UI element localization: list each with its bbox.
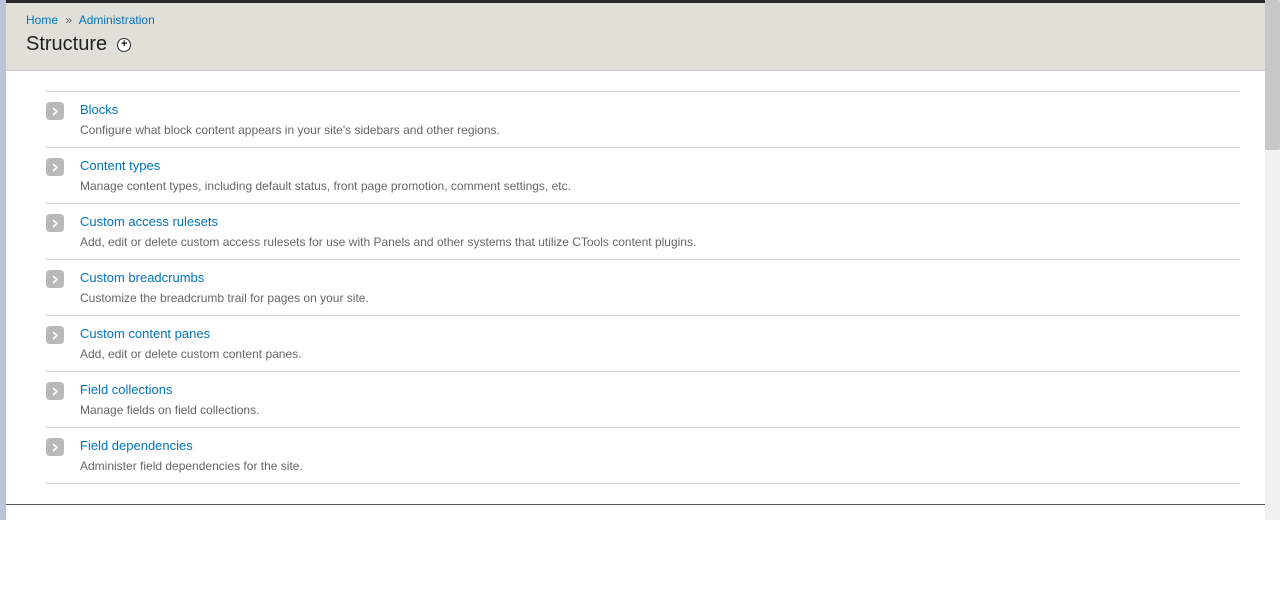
chevron-right-icon [46, 102, 64, 120]
link-custom-breadcrumbs[interactable]: Custom breadcrumbs [80, 270, 204, 285]
list-item: Field dependencies Administer field depe… [46, 428, 1240, 484]
breadcrumb: Home » Administration [26, 13, 1260, 27]
list-item: Content types Manage content types, incl… [46, 148, 1240, 204]
chevron-right-icon [46, 438, 64, 456]
item-description: Add, edit or delete custom content panes… [80, 347, 1240, 361]
item-description: Customize the breadcrumb trail for pages… [80, 291, 1240, 305]
breadcrumb-separator: » [65, 13, 72, 27]
scrollbar-thumb[interactable] [1265, 0, 1280, 150]
link-custom-content-panes[interactable]: Custom content panes [80, 326, 210, 341]
item-description: Manage content types, including default … [80, 179, 1240, 193]
breadcrumb-administration[interactable]: Administration [79, 13, 155, 27]
breadcrumb-home[interactable]: Home [26, 13, 58, 27]
chevron-right-icon [46, 158, 64, 176]
list-item: Custom breadcrumbs Customize the breadcr… [46, 260, 1240, 316]
list-item: Field collections Manage fields on field… [46, 372, 1240, 428]
link-custom-access-rulesets[interactable]: Custom access rulesets [80, 214, 218, 229]
link-field-dependencies[interactable]: Field dependencies [80, 438, 193, 453]
list-item: Custom content panes Add, edit or delete… [46, 316, 1240, 372]
page-title: Structure [26, 33, 107, 56]
chevron-right-icon [46, 214, 64, 232]
item-description: Administer field dependencies for the si… [80, 459, 1240, 473]
admin-list: Blocks Configure what block content appe… [46, 91, 1240, 484]
list-item: Blocks Configure what block content appe… [46, 92, 1240, 148]
chevron-right-icon [46, 270, 64, 288]
scrollbar-track[interactable] [1265, 0, 1280, 520]
footer-divider [6, 504, 1280, 505]
list-item: Custom access rulesets Add, edit or dele… [46, 204, 1240, 260]
item-description: Add, edit or delete custom access rulese… [80, 235, 1240, 249]
link-blocks[interactable]: Blocks [80, 102, 118, 117]
add-shortcut-icon[interactable]: + [117, 38, 131, 52]
item-description: Manage fields on field collections. [80, 403, 1240, 417]
item-description: Configure what block content appears in … [80, 123, 1240, 137]
link-content-types[interactable]: Content types [80, 158, 160, 173]
page-header: Home » Administration Structure + [6, 3, 1280, 71]
chevron-right-icon [46, 326, 64, 344]
chevron-right-icon [46, 382, 64, 400]
link-field-collections[interactable]: Field collections [80, 382, 173, 397]
content-area: Blocks Configure what block content appe… [6, 71, 1280, 504]
